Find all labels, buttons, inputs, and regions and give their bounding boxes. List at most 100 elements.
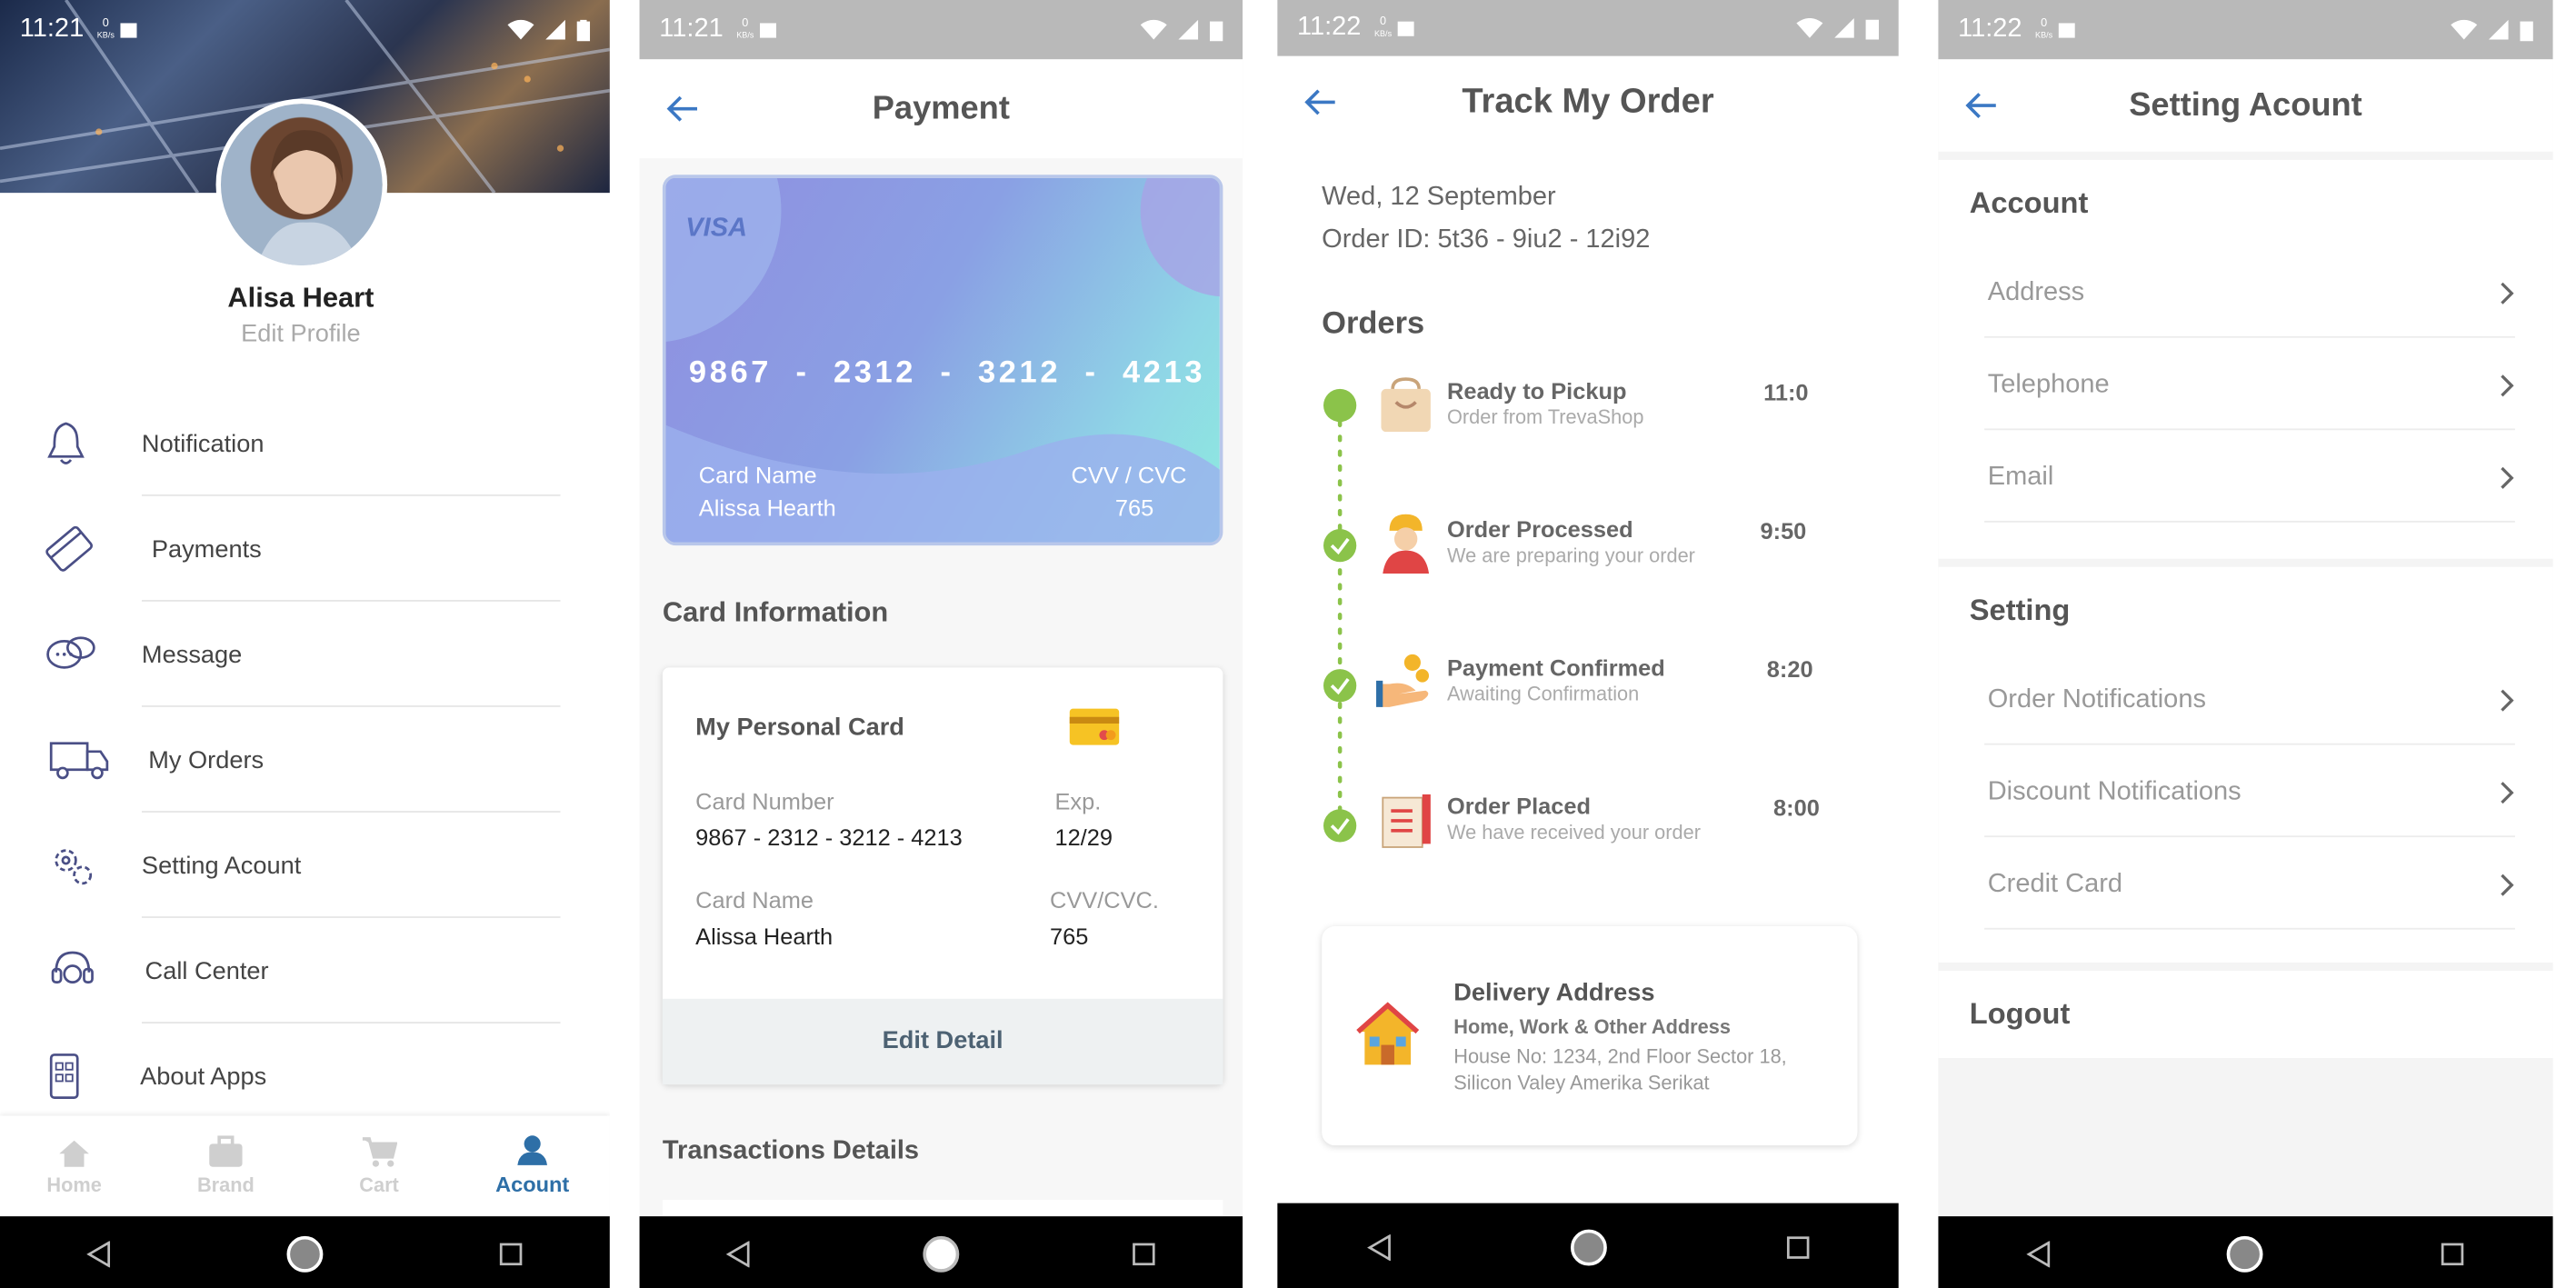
visa-card[interactable]: VISA 9867 - 2312 - 3212 - 4213 Card Name… — [662, 175, 1223, 546]
settings-row-address[interactable]: Address — [1984, 245, 2515, 338]
status-icons — [2451, 19, 2533, 41]
cvv-value: 765 — [1114, 494, 1154, 521]
timeline-step: Payment Confirmed Awaiting Confirmation … — [1277, 649, 1899, 732]
nav-recents-icon[interactable] — [1784, 1234, 1811, 1261]
orders-heading: Orders — [1322, 306, 1425, 342]
menu-label: Notification — [141, 429, 265, 458]
delivery-addr-line2: Silicon Valey Amerika Serikat — [1453, 1071, 1710, 1094]
menu-item-about-apps[interactable]: About Apps — [0, 1023, 560, 1129]
chevron-right-icon — [2501, 374, 2514, 397]
status-bar: 11:21 0 KB/s — [0, 0, 610, 59]
card-number-display: 9867 - 2312 - 3212 - 4213 — [688, 355, 1206, 391]
settings-row-telephone[interactable]: Telephone — [1984, 338, 2515, 431]
cvv-value: 765 — [1050, 923, 1089, 950]
step-title: Order Processed — [1446, 515, 1633, 543]
nav-recents-icon[interactable] — [2440, 1241, 2466, 1267]
phone-apps-icon — [49, 1053, 79, 1099]
signal-icon — [545, 19, 565, 40]
settings-row-email[interactable]: Email — [1984, 430, 2515, 523]
page-title: Payment — [872, 89, 1010, 126]
worker-icon — [1383, 514, 1430, 574]
tab-home[interactable]: Home — [33, 1139, 115, 1196]
menu-label: Payments — [151, 534, 262, 564]
image-icon — [760, 22, 777, 37]
card-info-panel: My Personal Card Card Number 9867 - 2312… — [662, 667, 1223, 1085]
check-circle-icon — [1323, 809, 1357, 843]
menu-label: About Apps — [140, 1062, 267, 1091]
step-sub: Order from TrevaShop — [1446, 405, 1644, 429]
tab-brand[interactable]: Brand — [185, 1135, 267, 1196]
net-speed-value: 0 — [742, 17, 749, 29]
status-dot — [1323, 388, 1357, 423]
status-bar: 11:21 0 KB/s — [639, 0, 1243, 60]
android-nav-bar — [1277, 1203, 1899, 1288]
net-speed-unit: KB/s — [1373, 28, 1393, 39]
delivery-address-card[interactable]: Delivery Address Home, Work & Other Addr… — [1322, 926, 1858, 1146]
menu-label: Call Center — [145, 956, 269, 985]
chat-bubbles-icon — [46, 636, 95, 669]
nav-back-icon[interactable] — [724, 1241, 751, 1268]
chevron-right-icon — [2501, 282, 2514, 305]
check-circle-icon — [1323, 529, 1357, 563]
status-bar: 11:22 0 KB/s — [1938, 0, 2553, 60]
menu-label: Message — [141, 640, 243, 669]
edit-detail-button[interactable]: Edit Detail — [662, 998, 1223, 1085]
timeline-line — [1337, 419, 1343, 824]
bell-icon — [47, 422, 85, 464]
net-speed: 0 KB/s — [1374, 15, 1392, 40]
status-time: 11:22 — [1958, 15, 2022, 44]
back-arrow-icon[interactable] — [666, 95, 699, 122]
row-label: Address — [1987, 278, 2085, 307]
nav-home-icon[interactable] — [285, 1234, 325, 1274]
back-arrow-icon[interactable] — [1964, 93, 1997, 119]
tab-acount[interactable]: Acount — [491, 1133, 574, 1196]
nav-home-icon[interactable] — [2226, 1234, 2266, 1274]
image-icon — [1398, 20, 1415, 35]
menu-item-message[interactable]: Message — [0, 602, 561, 707]
tab-cart[interactable]: Cart — [338, 1135, 421, 1196]
wifi-icon — [1140, 19, 1167, 40]
nav-recents-icon[interactable] — [1131, 1241, 1157, 1267]
menu-item-my-orders[interactable]: My Orders — [0, 707, 561, 813]
credit-card-icon — [1069, 708, 1120, 745]
card-name-label: Card Name — [695, 886, 814, 914]
menu-item-setting-acount[interactable]: Setting Acount — [0, 813, 561, 918]
logout-button[interactable]: Logout — [1938, 970, 2553, 1059]
menu-item-notification[interactable]: Notification — [0, 391, 561, 496]
net-speed-unit: KB/s — [736, 30, 754, 41]
status-time: 11:22 — [1296, 13, 1362, 42]
menu-item-call-center[interactable]: Call Center — [0, 918, 561, 1023]
nav-back-icon[interactable] — [2025, 1241, 2052, 1268]
transactions-title: Transactions Details — [662, 1137, 920, 1165]
row-label: Telephone — [1987, 370, 2110, 399]
net-speed: 0 KB/s — [2035, 17, 2052, 42]
nav-recents-icon[interactable] — [497, 1241, 524, 1267]
nav-home-icon[interactable] — [1568, 1228, 1608, 1268]
cvv-label: CVV/CVC. — [1050, 886, 1159, 914]
settings-row-credit-card[interactable]: Credit Card — [1984, 837, 2515, 930]
settings-row-discount-notifications[interactable]: Discount Notifications — [1984, 745, 2515, 838]
cart-icon — [362, 1137, 398, 1167]
house-icon — [1356, 1002, 1420, 1065]
edit-profile-link[interactable]: Edit Profile — [0, 320, 602, 348]
menu-label: My Orders — [148, 745, 265, 774]
nav-back-icon[interactable] — [1365, 1234, 1392, 1262]
back-arrow-icon[interactable] — [1303, 89, 1336, 115]
wifi-icon — [2451, 19, 2478, 40]
menu-item-payments[interactable]: Payments — [0, 496, 561, 602]
avatar[interactable] — [215, 98, 388, 271]
account-section: Account Address Telephone Email — [1938, 159, 2553, 559]
gears-icon — [55, 849, 93, 885]
status-bar: 11:22 0 KB/s — [1277, 0, 1899, 56]
row-label: Email — [1987, 463, 2054, 492]
headset-icon — [51, 951, 94, 984]
card-number-label: Card Number — [695, 787, 834, 814]
step-sub: We are preparing your order — [1446, 544, 1695, 567]
status-icons — [1140, 19, 1223, 41]
battery-icon — [1209, 20, 1223, 41]
settings-row-order-notifications[interactable]: Order Notifications — [1984, 653, 2515, 745]
nav-back-icon[interactable] — [86, 1241, 113, 1268]
tab-label: Brand — [196, 1173, 255, 1197]
nav-home-icon[interactable] — [922, 1234, 962, 1274]
order-date: Wed, 12 September — [1322, 183, 1556, 212]
